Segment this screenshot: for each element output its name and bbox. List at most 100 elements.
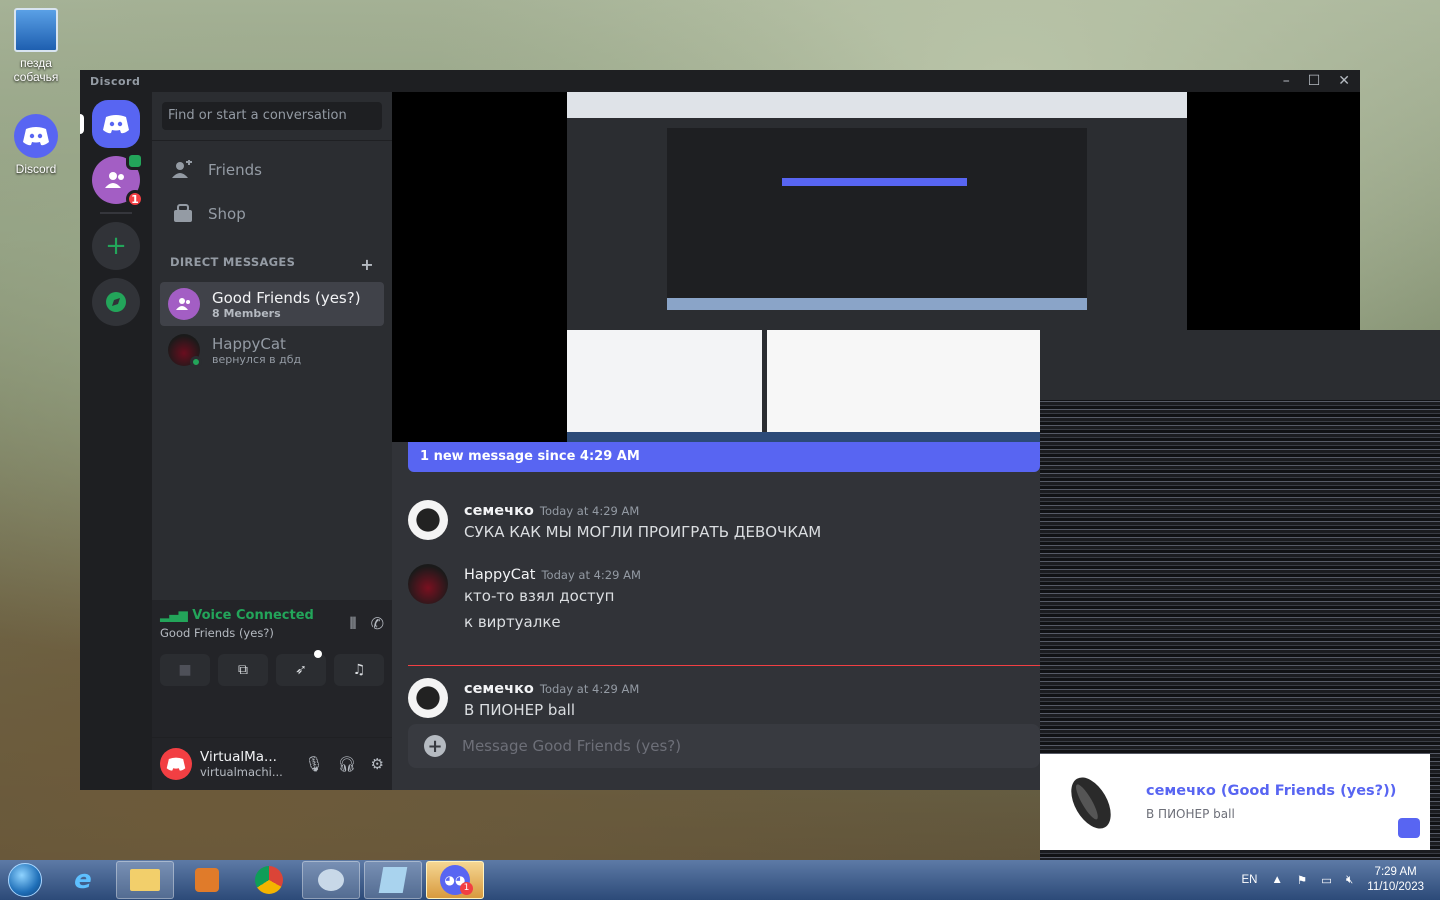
divider — [152, 140, 392, 141]
toast-notification[interactable]: семечко (Good Friends (yes?)) В ПИОНЕР b… — [1040, 754, 1430, 850]
close-button[interactable]: ✕ — [1338, 73, 1350, 89]
user-panel: VirtualMa... virtualmachi... 🎙︎ 🎧︎ ⚙ — [152, 738, 392, 790]
message-author[interactable]: семечко — [464, 681, 534, 697]
mic-icon[interactable]: 🎙︎ — [304, 755, 323, 773]
taskbar-notepad[interactable] — [364, 861, 422, 899]
soundboard-icon: ♫ — [352, 662, 366, 678]
taskbar-badge: 1 — [460, 882, 473, 895]
taskbar-explorer[interactable] — [116, 861, 174, 899]
dm-name: HappyCat — [212, 334, 286, 353]
new-message-divider — [408, 665, 1040, 666]
create-dm-button[interactable]: + — [360, 255, 374, 274]
message-timestamp: Today at 4:29 AM — [541, 568, 641, 582]
stream-browser-chrome — [567, 92, 1187, 118]
guild-separator — [100, 212, 132, 214]
new-messages-bar[interactable]: 1 new message since 4:29 AM — [408, 442, 1040, 472]
soundboard-button[interactable]: ♫ — [334, 654, 384, 686]
nav-friends[interactable]: Friends — [160, 149, 384, 191]
avatar[interactable] — [160, 748, 192, 780]
message-text: В ПИОНЕР ball — [464, 701, 575, 719]
home-button[interactable] — [80, 100, 140, 148]
language-indicator[interactable]: EN — [1241, 874, 1257, 886]
screen-share-badge — [126, 152, 144, 170]
stream-list-panel — [567, 330, 762, 442]
notification-title: семечко (Good Friends (yes?)) — [1146, 783, 1397, 799]
voice-panel: ▂▄▆ Voice Connected Good Friends (yes?) … — [152, 600, 392, 738]
taskbar-discord[interactable]: ◕◕ 1 — [426, 861, 484, 899]
dm-subtitle: вернулся в дбд — [212, 352, 302, 366]
dm-header-label: DIRECT MESSAGES — [170, 255, 296, 269]
search-input[interactable]: Find or start a conversation — [162, 102, 382, 130]
group-icon — [105, 172, 124, 188]
explore-button[interactable] — [92, 278, 140, 326]
show-hidden-icons-icon[interactable]: ▲ — [1271, 874, 1282, 886]
add-server-button[interactable]: + — [92, 222, 140, 270]
friends-icon — [172, 160, 192, 178]
online-status-icon — [190, 356, 202, 368]
title-bar: Discord – ☐ ✕ — [80, 70, 1360, 92]
notepad-icon — [378, 867, 408, 893]
attach-plus-icon[interactable]: + — [424, 735, 446, 757]
taskbar-media-player[interactable] — [178, 861, 236, 899]
camera-button[interactable]: ■ — [160, 654, 210, 686]
disconnect-icon[interactable]: ✆ — [371, 614, 384, 634]
headphones-icon[interactable]: 🎧︎ — [338, 755, 357, 773]
computer-icon — [14, 8, 58, 52]
rocket-icon: ➶ — [295, 662, 307, 678]
message-timestamp: Today at 4:29 AM — [539, 504, 640, 518]
discord-logo-icon — [1398, 818, 1420, 838]
message-timestamp: Today at 4:29 AM — [539, 682, 640, 696]
message: семечко Today at 4:29 AM СУКА КАК МЫ МОГЛ… — [408, 500, 821, 541]
stream-nested-window — [667, 128, 1087, 308]
glitched-header — [1040, 330, 1440, 400]
server-list: 1 + — [80, 92, 152, 790]
signal-icon: ▂▄▆ — [160, 608, 188, 622]
maximize-button[interactable]: ☐ — [1308, 73, 1321, 89]
nav-shop[interactable]: Shop — [160, 193, 384, 235]
clock[interactable]: 7:29 AM 11/10/2023 — [1367, 865, 1424, 895]
clock-time: 7:29 AM — [1374, 866, 1417, 879]
desktop-icon-label: Discord — [15, 162, 57, 176]
notification-badge: 1 — [126, 190, 144, 208]
internet-explorer-icon: e — [74, 865, 92, 895]
voice-channel[interactable]: Good Friends (yes?) — [160, 626, 314, 640]
notification-body: В ПИОНЕР ball — [1146, 807, 1235, 821]
taskbar-paint[interactable] — [302, 861, 360, 899]
taskbar-chrome[interactable] — [240, 861, 298, 899]
dm-subtitle: 8 Members — [212, 306, 281, 320]
start-button[interactable] — [0, 860, 50, 900]
taskbar-ie[interactable]: e — [54, 861, 112, 899]
message-author[interactable]: HappyCat — [464, 567, 535, 583]
group-icon — [176, 298, 190, 310]
voice-status[interactable]: ▂▄▆ Voice Connected — [160, 608, 314, 623]
network-icon[interactable]: ▭ — [1321, 873, 1332, 887]
dm-item-happycat[interactable]: HappyCat вернулся в дбд — [160, 328, 384, 372]
desktop-icon-computer[interactable]: пезда собачья — [1, 8, 71, 84]
settings-gear-icon[interactable]: ⚙ — [371, 755, 384, 773]
voice-status-label: Voice Connected — [192, 608, 314, 623]
avatar[interactable] — [408, 500, 448, 540]
avatar[interactable] — [408, 564, 448, 604]
avatar[interactable] — [408, 678, 448, 718]
taskbar: e ◕◕ 1 EN ▲ ⚑ ▭ 🔇︎ 7:29 AM 11/10/2023 — [0, 860, 1440, 900]
discord-logo-icon — [166, 757, 186, 771]
minimize-button[interactable]: – — [1283, 73, 1290, 89]
selected-pill — [80, 114, 84, 134]
group-dm-button[interactable]: 1 — [92, 152, 144, 208]
action-center-icon[interactable]: ⚑ — [1297, 873, 1307, 887]
activity-button[interactable]: ➶ — [276, 650, 326, 686]
volume-muted-icon[interactable]: 🔇︎ — [1346, 874, 1353, 887]
dm-item-good-friends[interactable]: Good Friends (yes?) 8 Members — [160, 282, 384, 326]
message: HappyCat Today at 4:29 AM кто-то взял дос… — [408, 564, 641, 631]
dm-sidebar: Find or start a conversation Friends Sho… — [152, 92, 392, 790]
noise-suppression-icon[interactable]: ⦀ — [350, 614, 357, 634]
user-tag: virtualmachi... — [200, 765, 283, 779]
desktop-icon-label: пезда собачья — [13, 56, 59, 84]
message-text: СУКА КАК МЫ МОГЛИ ПРОИГРАТЬ ДЕВОЧКАМ — [464, 523, 822, 541]
message-composer[interactable]: + Message Good Friends (yes?) — [408, 724, 1040, 768]
clock-date: 11/10/2023 — [1367, 881, 1424, 893]
screen-share-button[interactable]: ⧉ — [218, 654, 268, 686]
paint-icon — [318, 869, 344, 891]
desktop-icon-discord[interactable]: Discord — [1, 114, 71, 176]
message-author[interactable]: семечко — [464, 503, 534, 519]
